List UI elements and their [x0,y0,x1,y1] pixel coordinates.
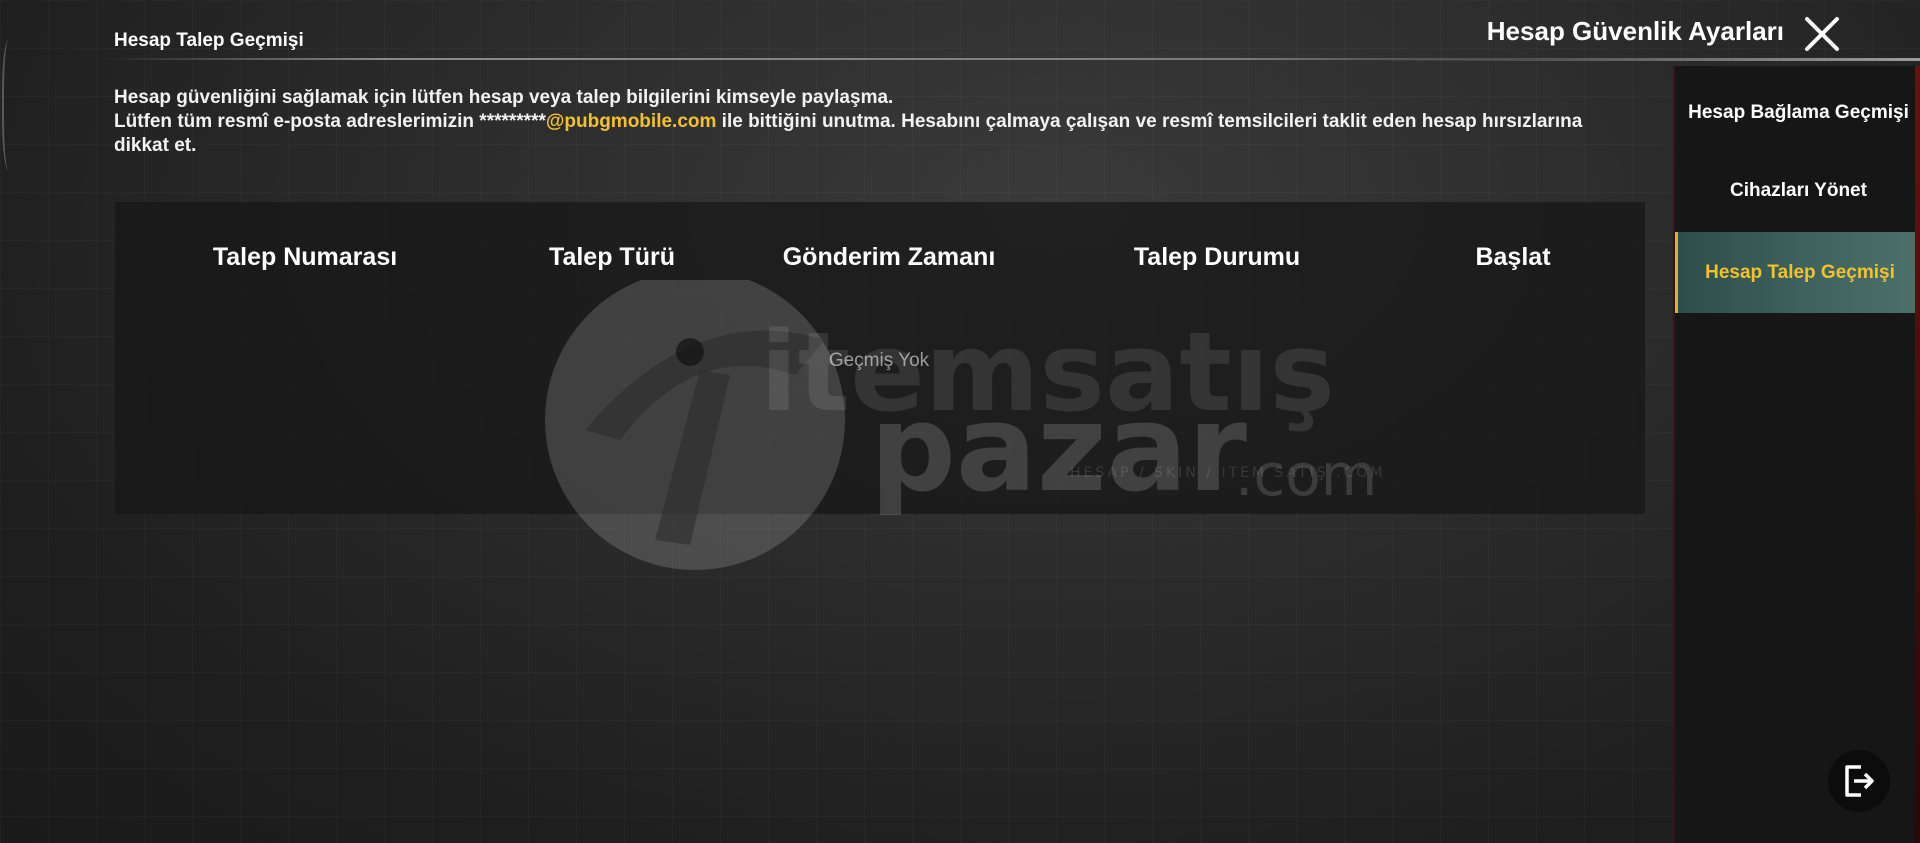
logout-icon [1845,765,1874,797]
notice-line-1: Hesap güvenliğini sağlamak için lütfen h… [114,87,894,108]
decorative-scratch [2,40,18,170]
column-header-request-number: Talep Numarası [212,243,398,271]
logout-button[interactable] [1828,750,1890,812]
sidebar-item-request-history[interactable]: Hesap Talep Geçmişi [1675,232,1920,313]
notice-line-2-before: Lütfen tüm resmî e-posta adreslerimizin … [114,111,546,132]
section-title: Hesap Talep Geçmişi [114,30,304,51]
column-header-submit-time: Gönderim Zamanı [782,243,996,271]
header-accent-line [1360,58,1920,61]
notice-line-2: Lütfen tüm resmî e-posta adreslerimizin … [114,110,1604,158]
sidebar-edge-accent [1915,66,1920,843]
sidebar-item-account-link-history[interactable]: Hesap Bağlama Geçmişi [1675,66,1920,158]
sidebar-item-manage-devices[interactable]: Cihazları Yönet [1675,158,1920,222]
close-button[interactable] [1802,14,1842,54]
empty-history-text: Geçmiş Yok [828,350,930,371]
official-email-domain: @pubgmobile.com [545,111,717,132]
column-header-start: Başlat [1475,243,1551,271]
column-header-request-type: Talep Türü [549,243,675,271]
close-icon [1805,17,1839,51]
settings-sidebar: Hesap Bağlama Geçmişi Cihazları Yönet He… [1673,66,1920,843]
page-title: Hesap Güvenlik Ayarları [1486,16,1784,46]
header-divider [100,58,1530,60]
column-header-request-status: Talep Durumu [1133,243,1301,271]
security-notice: Hesap güvenliğini sağlamak için lütfen h… [114,86,1604,158]
